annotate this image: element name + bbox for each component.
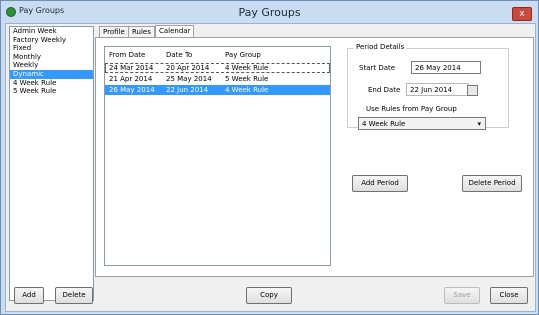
period-details-legend: Period Details [354,43,407,51]
table-cell: 20 Apr 2014 [166,64,210,72]
list-item[interactable]: Weekly [10,61,93,70]
client-area: Admin Week Factory Weekly Fixed Monthly … [5,23,536,312]
table-cell: 26 May 2014 [109,86,155,94]
table-row-selected[interactable]: 26 May 2014 22 Jun 2014 4 Week Rule [105,85,330,95]
start-date-field[interactable]: 26 May 2014 [411,61,481,74]
copy-button[interactable]: Copy [246,287,292,304]
chevron-down-icon: ▾ [477,120,481,128]
add-button[interactable]: Add [14,287,44,304]
rules-pay-group-select[interactable]: 4 Week Rule ▾ [358,117,486,130]
table-cell: 21 Apr 2014 [109,75,153,83]
list-item[interactable]: Admin Week [10,27,93,36]
column-header-date-to[interactable]: Date To [166,51,192,59]
table-row[interactable]: 21 Apr 2014 25 May 2014 5 Week Rule [105,74,330,84]
close-window-button[interactable]: x [512,7,532,21]
calendar-dropdown-icon[interactable] [467,85,478,96]
table-header: From Date Date To Pay Group [105,47,330,60]
list-item[interactable]: 5 Week Rule [10,87,93,96]
pay-group-list[interactable]: Admin Week Factory Weekly Fixed Monthly … [9,26,94,301]
table-cell: 25 May 2014 [166,75,212,83]
add-period-button[interactable]: Add Period [352,175,408,192]
list-item-selected[interactable]: Dynamic [10,69,93,79]
table-cell: 22 Jun 2014 [166,86,209,94]
delete-period-button[interactable]: Delete Period [462,175,522,192]
title-bar[interactable]: Pay Groups Pay Groups x [1,1,538,23]
table-cell: 24 Mar 2014 [109,64,154,72]
column-header-pay-group[interactable]: Pay Group [225,51,261,59]
table-row[interactable]: 24 Mar 2014 20 Apr 2014 4 Week Rule [105,63,330,73]
rules-label: Use Rules from Pay Group [366,105,457,113]
calendar-table[interactable]: From Date Date To Pay Group 24 Mar 2014 … [104,46,331,266]
column-header-from-date[interactable]: From Date [109,51,145,59]
save-button[interactable]: Save [444,287,480,304]
window-title: Pay Groups [238,6,301,19]
end-date-label: End Date [368,86,401,94]
list-item[interactable]: Fixed [10,44,93,53]
list-item[interactable]: 4 Week Rule [10,79,93,88]
list-item[interactable]: Monthly [10,53,93,62]
start-date-label: Start Date [359,64,396,72]
table-cell: 4 Week Rule [225,86,269,94]
list-item[interactable]: Factory Weekly [10,36,93,45]
close-button[interactable]: Close [490,287,528,304]
rules-select-value: 4 Week Rule [362,120,406,128]
calendar-panel: From Date Date To Pay Group 24 Mar 2014 … [95,37,534,277]
pay-groups-window: Pay Groups Pay Groups x Admin Week Facto… [0,0,539,315]
end-date-field[interactable]: 22 Jun 2014 [406,83,469,96]
delete-button[interactable]: Delete [55,287,93,304]
table-cell: 4 Week Rule [225,64,269,72]
table-cell: 5 Week Rule [225,75,269,83]
period-details-group: Period Details Start Date 26 May 2014 En… [347,43,509,130]
